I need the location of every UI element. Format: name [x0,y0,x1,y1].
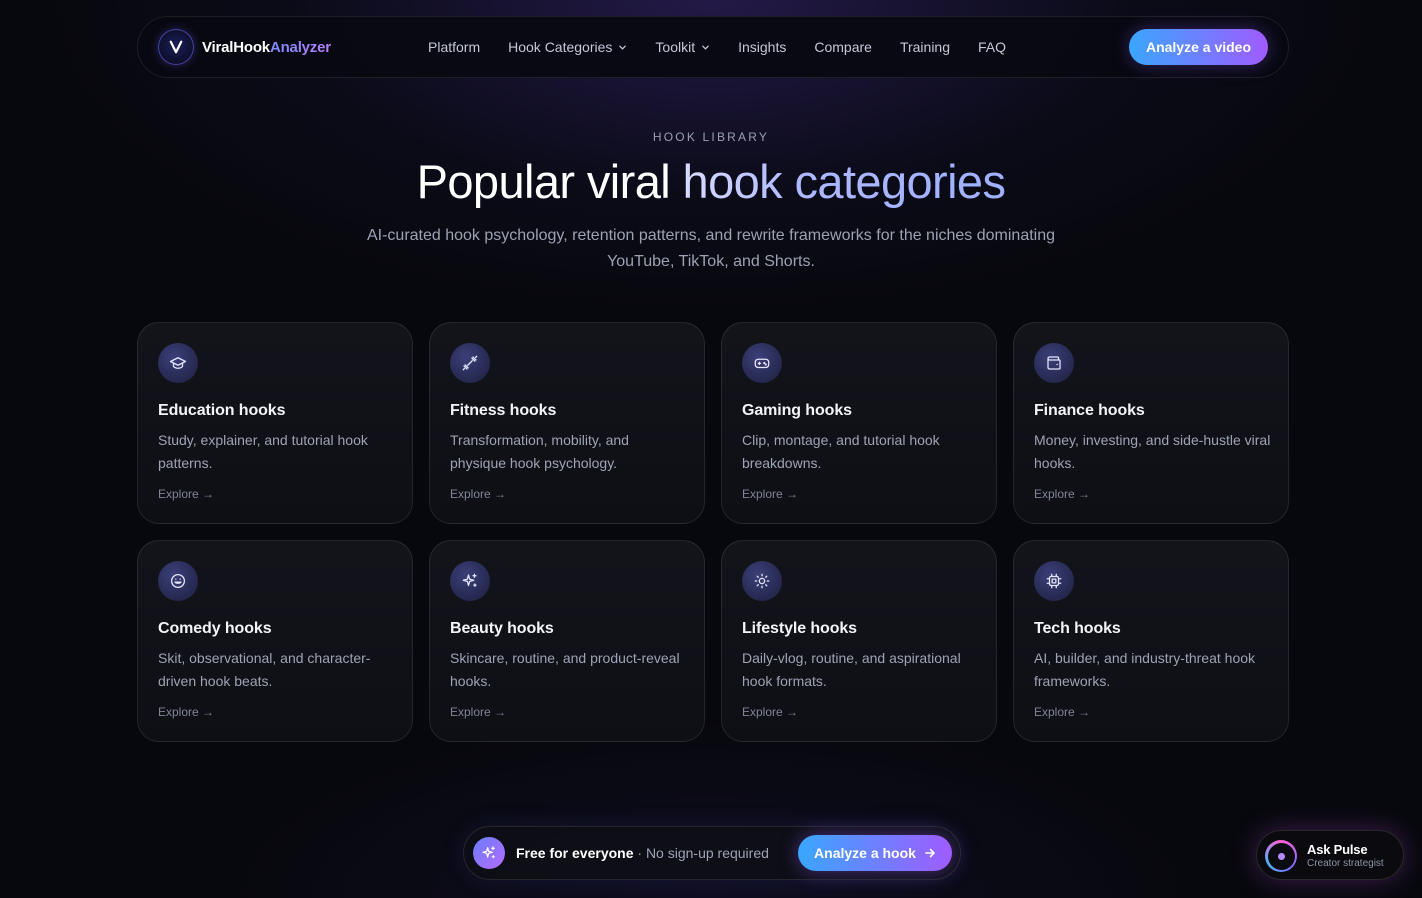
nav-link-hook-categories[interactable]: Hook Categories [508,39,627,55]
category-card-lifestyle[interactable]: Lifestyle hooks Daily-vlog, routine, and… [721,540,997,742]
category-card-finance[interactable]: Finance hooks Money, investing, and side… [1013,322,1289,524]
promo-text: Free for everyone · No sign-up required [516,845,769,861]
nav-link-faq[interactable]: FAQ [978,39,1006,55]
nav-link-insights[interactable]: Insights [738,39,786,55]
cpu-icon [1034,561,1074,601]
category-description: Transformation, mobility, and physique h… [450,432,629,471]
category-description: Study, explainer, and tutorial hook patt… [158,432,368,471]
promo-strong: Free for everyone [516,845,634,861]
nav-link-label: Training [899,39,950,55]
category-title: Gaming hooks [742,402,852,419]
dumbbell-icon [450,343,490,383]
nav-link-label: Hook Categories [508,39,613,55]
brand-name-primary: ViralHook [202,38,270,56]
analyze-hook-button[interactable]: Analyze a hook [798,835,952,871]
category-card-comedy[interactable]: Comedy hooks Skit, observational, and ch… [137,540,413,742]
explore-link[interactable]: Explore → [742,487,798,501]
page-title: Popular viral hook categories [0,152,1422,212]
chevron-down-icon [619,45,627,50]
category-card-fitness[interactable]: Fitness hooks Transformation, mobility, … [429,322,705,524]
wallet-icon [1034,343,1074,383]
category-description: Skit, observational, and character-drive… [158,650,371,689]
category-description: Skincare, routine, and product-reveal ho… [450,650,680,689]
category-description: Clip, montage, and tutorial hook breakdo… [742,432,940,471]
explore-link[interactable]: Explore → [1034,705,1090,719]
explore-link[interactable]: Explore → [1034,487,1090,501]
category-card-beauty[interactable]: Beauty hooks Skincare, routine, and prod… [429,540,705,742]
chevron-down-icon [702,45,709,50]
analyze-video-button[interactable]: Analyze a video [1129,29,1268,65]
sun-icon [742,561,782,601]
category-title: Finance hooks [1034,402,1145,419]
arrow-right-icon [925,848,935,858]
nav-link-label: Platform [428,39,481,55]
category-description: AI, builder, and industry-threat hook fr… [1034,650,1256,689]
nav-link-toolkit[interactable]: Toolkit [655,39,710,55]
category-title: Education hooks [158,402,286,419]
pulse-orb-inner [1267,842,1295,870]
explore-link[interactable]: Explore → [158,705,214,719]
assistant-subtitle: Creator strategist [1307,858,1384,869]
ask-pulse-assistant-button[interactable]: Ask Pulse Creator strategist [1256,830,1404,880]
page-title-highlight: hook categories [682,155,1006,208]
sparkles-icon [473,837,505,869]
smile-icon [158,561,198,601]
brand-name-secondary: Analyzer [269,38,331,56]
nav-link-label: Compare [814,39,872,55]
nav-link-training[interactable]: Training [900,39,950,55]
v-logo-icon [158,29,194,65]
nav-links: Platform Hook Categories Toolkit Insight… [428,17,1034,77]
explore-link[interactable]: Explore → [450,705,506,719]
section-eyebrow: HOOK LIBRARY [652,130,770,144]
category-card-tech[interactable]: Tech hooks AI, builder, and industry-thr… [1013,540,1289,742]
promo-muted: · No sign-up required [633,845,769,861]
category-title: Fitness hooks [450,402,557,419]
gamepad-icon [742,343,782,383]
graduation-cap-icon [158,343,198,383]
nav-link-label: Insights [738,39,787,55]
assistant-title: Ask Pulse [1307,842,1368,857]
category-grid: Education hooks Study, explainer, and tu… [137,322,1289,742]
category-description: Money, investing, and side-hustle viral … [1034,432,1271,471]
nav-link-compare[interactable]: Compare [814,39,872,55]
brand-name: ViralHookAnalyzer [202,39,331,56]
page-title-plain: Popular viral [416,155,683,208]
category-description: Daily-vlog, routine, and aspirational ho… [742,650,961,689]
nav-link-label: Toolkit [655,39,696,55]
category-card-education[interactable]: Education hooks Study, explainer, and tu… [137,322,413,524]
explore-link[interactable]: Explore → [450,487,506,501]
category-card-gaming[interactable]: Gaming hooks Clip, montage, and tutorial… [721,322,997,524]
explore-link[interactable]: Explore → [158,487,214,501]
pulse-orb-icon [1265,840,1297,872]
free-promo-bar: Free for everyone · No sign-up required … [463,826,961,880]
category-title: Comedy hooks [158,620,272,637]
category-title: Lifestyle hooks [742,620,857,637]
analyze-hook-label: Analyze a hook [814,845,916,861]
nav-link-label: FAQ [978,39,1007,55]
category-title: Tech hooks [1034,620,1121,637]
brand[interactable]: ViralHookAnalyzer [158,29,331,65]
top-navbar: ViralHookAnalyzer Platform Hook Categori… [137,16,1289,78]
pulse-dot [1277,852,1285,860]
category-title: Beauty hooks [450,620,554,637]
explore-link[interactable]: Explore → [742,705,798,719]
nav-link-platform[interactable]: Platform [428,39,480,55]
sparkles-icon [450,561,490,601]
page-subtitle: AI-curated hook psychology, retention pa… [366,227,1056,270]
